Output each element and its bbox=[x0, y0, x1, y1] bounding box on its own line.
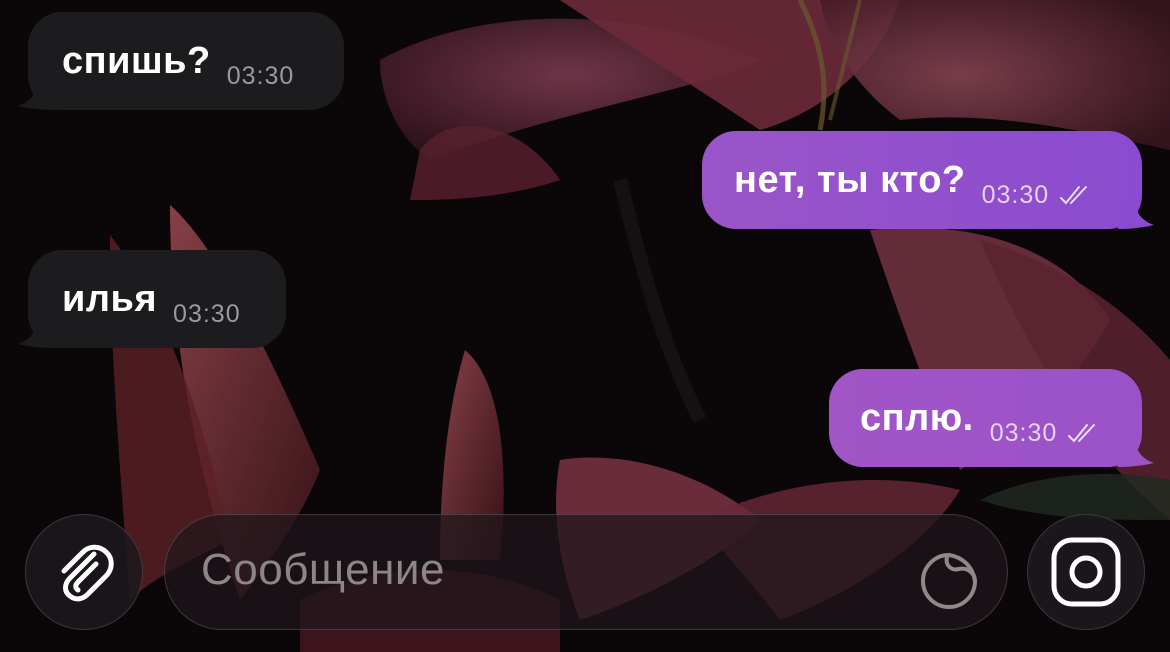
message-time: 03:30 bbox=[173, 299, 241, 328]
message-time: 03:30 bbox=[989, 418, 1058, 447]
message-bubble-outgoing[interactable]: нет, ты кто? 03:30 bbox=[702, 131, 1142, 229]
message-time: 03:30 bbox=[226, 61, 295, 90]
bubble-tail-incoming bbox=[18, 84, 54, 110]
message-input-placeholder: Сообщение bbox=[201, 545, 445, 594]
message-bubble-outgoing[interactable]: сплю. 03:30 bbox=[829, 369, 1142, 467]
attach-button[interactable] bbox=[25, 514, 143, 630]
message-bubble-incoming[interactable]: спишь? 03:30 bbox=[28, 12, 344, 110]
paperclip-icon bbox=[61, 544, 114, 602]
bubble-tail-outgoing bbox=[1118, 441, 1154, 467]
camera-icon bbox=[1051, 537, 1121, 607]
double-check-icon bbox=[1060, 186, 1088, 205]
camera-button[interactable] bbox=[1027, 514, 1145, 630]
message-input[interactable]: Сообщение bbox=[164, 514, 1008, 630]
bubble-tail-outgoing bbox=[1118, 203, 1154, 229]
bubble-tail-incoming bbox=[18, 322, 54, 348]
message-time: 03:30 bbox=[981, 180, 1050, 209]
double-check-icon bbox=[1068, 424, 1096, 443]
sticker-icon[interactable] bbox=[919, 551, 979, 611]
message-text: илья bbox=[62, 277, 158, 320]
message-bubble-incoming[interactable]: илья 03:30 bbox=[28, 250, 286, 348]
message-text: сплю. bbox=[860, 396, 974, 439]
message-text: нет, ты кто? bbox=[734, 158, 966, 201]
message-text: спишь? bbox=[62, 39, 211, 82]
